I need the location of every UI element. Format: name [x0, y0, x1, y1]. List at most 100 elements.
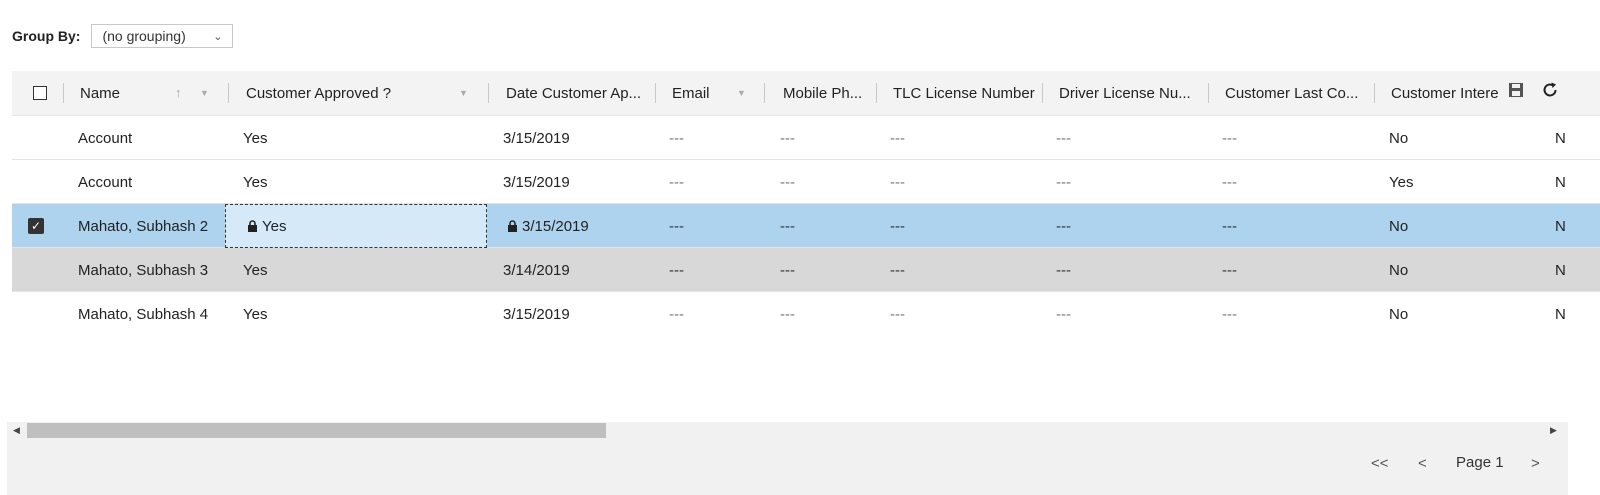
cell-customer-interest[interactable]: Yes — [1389, 160, 1413, 204]
save-button[interactable] — [1505, 79, 1527, 101]
cell-driver-license[interactable]: --- — [1056, 204, 1071, 248]
cell-name[interactable]: Account — [78, 116, 132, 160]
data-grid: Name ↑ ▼ Customer Approved ? ▼ Date Cust… — [12, 71, 1600, 341]
cell-last-contact[interactable]: --- — [1222, 248, 1237, 292]
cell-email[interactable]: --- — [669, 116, 684, 160]
column-header-customer-interest[interactable]: Customer Intere — [1383, 71, 1501, 115]
first-page-button[interactable]: << — [1371, 455, 1389, 472]
column-header-date-customer-approved[interactable]: Date Customer Ap... — [498, 71, 654, 115]
column-header-label: Date Customer Ap... — [506, 84, 642, 102]
cell-value: 3/15/2019 — [522, 217, 589, 235]
column-menu-icon[interactable]: ▼ — [459, 88, 468, 98]
cell-last-contact[interactable]: --- — [1222, 116, 1237, 160]
chevron-down-icon: ⌄ — [213, 30, 223, 43]
scroll-right-arrow-icon[interactable]: ▶ — [1550, 425, 1557, 436]
cell-driver-license[interactable]: --- — [1056, 292, 1071, 336]
column-header-email[interactable]: Email — [664, 71, 764, 115]
column-header-customer-approved[interactable]: Customer Approved ? — [238, 71, 488, 115]
cell-name[interactable]: Mahato, Subhash 3 — [78, 248, 208, 292]
group-by-value: (no grouping) — [102, 28, 186, 44]
cell-driver-license[interactable]: --- — [1056, 116, 1071, 160]
cell-name[interactable]: Mahato, Subhash 2 — [78, 204, 208, 248]
cell-customer-interest[interactable]: No — [1389, 248, 1408, 292]
horizontal-scrollbar[interactable]: ◀ ▶ — [7, 422, 1568, 439]
grid-header: Name ↑ ▼ Customer Approved ? ▼ Date Cust… — [12, 71, 1600, 116]
cell-last-contact[interactable]: --- — [1222, 204, 1237, 248]
table-row-hovered[interactable]: Mahato, Subhash 3 Yes 3/14/2019 --- --- … — [12, 248, 1600, 292]
cell-date-approved[interactable]: 3/15/2019 — [503, 116, 570, 160]
column-separator[interactable] — [228, 83, 229, 103]
page-indicator: Page 1 — [1456, 454, 1504, 471]
sort-ascending-icon[interactable]: ↑ — [175, 85, 182, 100]
cell-driver-license[interactable]: --- — [1056, 160, 1071, 204]
column-header-label: Customer Intere — [1391, 84, 1499, 102]
scroll-left-arrow-icon[interactable]: ◀ — [13, 425, 20, 436]
cell-email[interactable]: --- — [669, 160, 684, 204]
cell-customer-approved[interactable]: Yes — [243, 116, 267, 160]
row-checkbox-checked[interactable]: ✓ — [28, 218, 44, 234]
column-separator[interactable] — [63, 83, 64, 103]
cell-next-column[interactable]: N — [1555, 248, 1566, 292]
column-separator[interactable] — [764, 83, 765, 103]
cell-mobile-phone[interactable]: --- — [780, 292, 795, 336]
cell-customer-approved[interactable]: Yes — [243, 248, 267, 292]
refresh-button[interactable] — [1539, 79, 1561, 101]
previous-page-button[interactable]: < — [1418, 455, 1427, 472]
cell-email[interactable]: --- — [669, 204, 684, 248]
cell-customer-approved[interactable]: Yes — [243, 160, 267, 204]
column-separator[interactable] — [488, 83, 489, 103]
cell-date-approved[interactable]: 3/15/2019 — [507, 204, 589, 248]
cell-mobile-phone[interactable]: --- — [780, 116, 795, 160]
cell-name[interactable]: Mahato, Subhash 4 — [78, 292, 208, 336]
column-header-driver-license-number[interactable]: Driver License Nu... — [1051, 71, 1207, 115]
scrollbar-thumb[interactable] — [27, 423, 606, 438]
cell-email[interactable]: --- — [669, 292, 684, 336]
column-header-customer-last-contact[interactable]: Customer Last Co... — [1217, 71, 1374, 115]
cell-mobile-phone[interactable]: --- — [780, 160, 795, 204]
cell-tlc-license[interactable]: --- — [890, 248, 905, 292]
column-header-label: Customer Approved ? — [246, 84, 392, 102]
cell-tlc-license[interactable]: --- — [890, 292, 905, 336]
table-row[interactable]: Account Yes 3/15/2019 --- --- --- --- --… — [12, 160, 1600, 204]
cell-mobile-phone[interactable]: --- — [780, 248, 795, 292]
cell-last-contact[interactable]: --- — [1222, 160, 1237, 204]
select-all-checkbox[interactable] — [33, 86, 47, 100]
cell-last-contact[interactable]: --- — [1222, 292, 1237, 336]
column-menu-icon[interactable]: ▼ — [737, 88, 746, 98]
column-separator[interactable] — [1374, 83, 1375, 103]
cell-next-column[interactable]: N — [1555, 204, 1566, 248]
column-header-tlc-license-number[interactable]: TLC License Number — [885, 71, 1042, 115]
column-menu-icon[interactable]: ▼ — [200, 88, 209, 98]
cell-customer-approved[interactable]: Yes — [243, 292, 267, 336]
cell-value: Yes — [262, 217, 287, 235]
table-row[interactable]: Mahato, Subhash 4 Yes 3/15/2019 --- --- … — [12, 292, 1600, 336]
cell-date-approved[interactable]: 3/15/2019 — [503, 292, 570, 336]
table-row[interactable]: Account Yes 3/15/2019 --- --- --- --- --… — [12, 116, 1600, 160]
cell-date-approved[interactable]: 3/15/2019 — [503, 160, 570, 204]
cell-email[interactable]: --- — [669, 248, 684, 292]
cell-tlc-license[interactable]: --- — [890, 160, 905, 204]
cell-next-column[interactable]: N — [1555, 160, 1566, 204]
table-row-selected[interactable]: ✓ Mahato, Subhash 2 Yes 3/15/2019 --- --… — [12, 204, 1600, 248]
cell-tlc-license[interactable]: --- — [890, 204, 905, 248]
cell-customer-approved-editing[interactable]: Yes — [225, 204, 487, 248]
column-separator[interactable] — [655, 83, 656, 103]
cell-driver-license[interactable]: --- — [1056, 248, 1071, 292]
cell-name[interactable]: Account — [78, 160, 132, 204]
cell-next-column[interactable]: N — [1555, 292, 1566, 336]
group-by-dropdown[interactable]: (no grouping) ⌄ — [91, 24, 234, 48]
column-header-label: Driver License Nu... — [1059, 84, 1191, 102]
column-header-mobile-phone[interactable]: Mobile Ph... — [775, 71, 876, 115]
column-separator[interactable] — [876, 83, 877, 103]
cell-tlc-license[interactable]: --- — [890, 116, 905, 160]
cell-customer-interest[interactable]: No — [1389, 116, 1408, 160]
cell-next-column[interactable]: N — [1555, 116, 1566, 160]
cell-date-approved[interactable]: 3/14/2019 — [503, 248, 570, 292]
column-header-label: TLC License Number — [893, 84, 1035, 102]
cell-customer-interest[interactable]: No — [1389, 204, 1408, 248]
next-page-button[interactable]: > — [1531, 455, 1540, 472]
column-separator[interactable] — [1208, 83, 1209, 103]
cell-mobile-phone[interactable]: --- — [780, 204, 795, 248]
column-separator[interactable] — [1042, 83, 1043, 103]
cell-customer-interest[interactable]: No — [1389, 292, 1408, 336]
